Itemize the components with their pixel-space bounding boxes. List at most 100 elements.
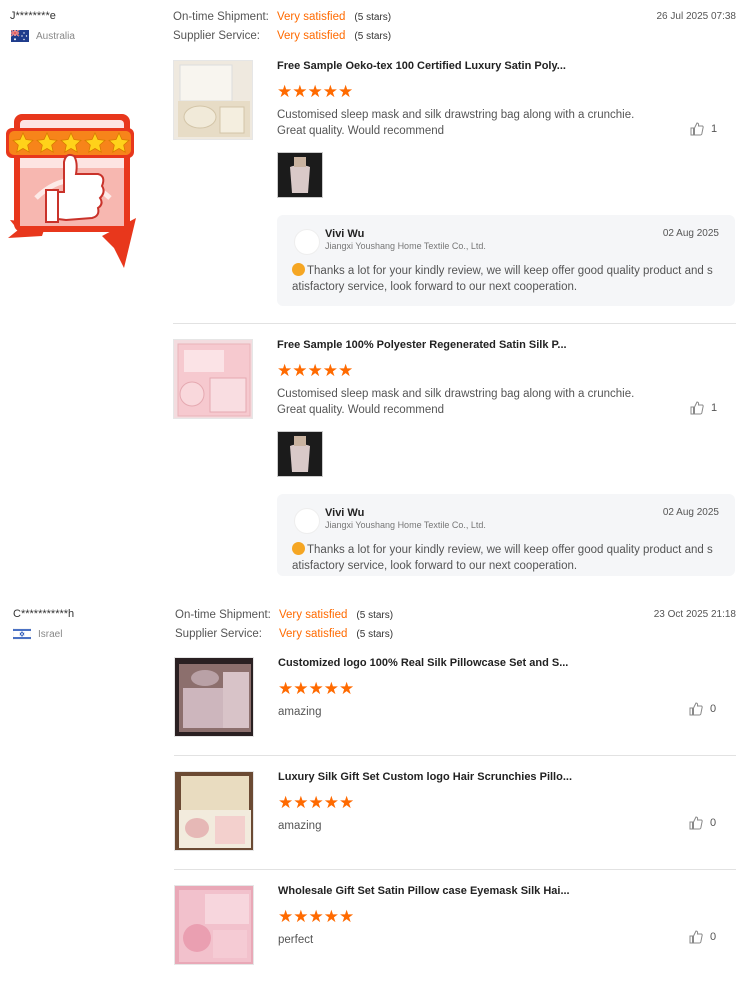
- on-time-shipment-rating: On-time Shipment: Very satisfied (5 star…: [175, 609, 393, 621]
- product-thumbnail[interactable]: [173, 60, 253, 140]
- like-count: 0: [710, 931, 717, 943]
- like-button[interactable]: 0: [689, 702, 716, 716]
- on-time-shipment-rating: On-time Shipment: Very satisfied (5 star…: [173, 11, 391, 23]
- reviewed-product: Wholesale Gift Set Satin Pillow case Eye…: [174, 885, 736, 969]
- review-date: 23 Oct 2025 21:18: [653, 609, 736, 620]
- buyer-name: J********e: [10, 10, 56, 22]
- product-title[interactable]: Wholesale Gift Set Satin Pillow case Eye…: [278, 885, 570, 897]
- shipment-value: Very satisfied: [279, 609, 348, 621]
- product-title[interactable]: Free Sample 100% Polyester Regenerated S…: [277, 339, 567, 351]
- reply-text: Thanks a lot for your kindly review, we …: [292, 544, 713, 572]
- product-thumbnail[interactable]: [174, 657, 254, 737]
- supplier-avatar: [294, 229, 320, 255]
- thumbs-up-icon: [690, 122, 704, 136]
- reply-company[interactable]: Jiangxi Youshang Home Textile Co., Ltd.: [325, 520, 486, 530]
- star-icon: ★: [339, 679, 355, 698]
- service-stars: (5 stars): [354, 30, 392, 42]
- drawstring-bag-photo-icon: [278, 432, 322, 476]
- star-icon: ★: [293, 793, 309, 812]
- review-comment: amazing: [278, 706, 322, 718]
- supplier-service-rating: Supplier Service: Very satisfied (5 star…: [175, 628, 393, 640]
- like-count: 0: [710, 703, 717, 715]
- like-button[interactable]: 1: [690, 401, 717, 415]
- like-button[interactable]: 1: [690, 122, 717, 136]
- product-title[interactable]: Free Sample Oeko-tex 100 Certified Luxur…: [277, 60, 566, 72]
- review-date: 26 Jul 2025 07:38: [656, 11, 736, 22]
- thumbs-up-icon: [690, 401, 704, 415]
- reviewed-product: Free Sample 100% Polyester Regenerated S…: [173, 339, 736, 579]
- star-icon: ★: [323, 679, 339, 698]
- smiling-face-emoji-icon: [292, 263, 305, 276]
- reply-text: Thanks a lot for your kindly review, we …: [292, 265, 713, 293]
- shipment-value: Very satisfied: [277, 11, 346, 23]
- divider: [174, 869, 736, 870]
- buyer-country: Israel: [13, 628, 62, 640]
- service-value: Very satisfied: [277, 30, 346, 42]
- star-icon: ★: [307, 82, 323, 101]
- reply-date: 02 Aug 2025: [662, 228, 719, 239]
- thumbs-up-icon: [689, 702, 703, 716]
- silk-gift-set-image-icon: [175, 772, 253, 850]
- reply-date: 02 Aug 2025: [662, 507, 719, 518]
- reviewed-product: Customized logo 100% Real Silk Pillowcas…: [174, 657, 736, 741]
- smiling-face-emoji-icon: [292, 542, 305, 555]
- like-button[interactable]: 0: [689, 930, 716, 944]
- reply-company[interactable]: Jiangxi Youshang Home Textile Co., Ltd.: [325, 241, 486, 251]
- service-label: Supplier Service:: [175, 628, 262, 640]
- review-comment: perfect: [278, 934, 314, 946]
- review-comment: Customised sleep mask and silk drawstrin…: [277, 388, 635, 416]
- pink-satin-gift-set-image-icon: [175, 886, 253, 964]
- star-icon: ★: [338, 361, 354, 380]
- product-star-rating: ★ ★ ★ ★ ★: [278, 793, 354, 812]
- star-icon: ★: [308, 679, 324, 698]
- shipment-stars: (5 stars): [354, 11, 392, 23]
- star-icon: ★: [278, 793, 294, 812]
- service-stars: (5 stars): [356, 628, 394, 640]
- star-icon: ★: [322, 82, 338, 101]
- reply-author: Vivi Wu: [325, 228, 365, 240]
- review-photo[interactable]: [277, 431, 323, 477]
- product-title[interactable]: Customized logo 100% Real Silk Pillowcas…: [278, 657, 568, 669]
- reply-text-container: Thanks a lot for your kindly review, we …: [292, 263, 717, 295]
- supplier-service-rating: Supplier Service: Very satisfied (5 star…: [173, 30, 391, 42]
- like-count: 0: [710, 817, 717, 829]
- product-thumbnail[interactable]: [173, 339, 253, 419]
- review-photo[interactable]: [277, 152, 323, 198]
- thumbs-up-icon: [689, 816, 703, 830]
- review-card: C***********h Israel On-time Shipment: V…: [0, 598, 750, 998]
- star-icon: ★: [278, 907, 294, 926]
- star-icon: ★: [307, 361, 323, 380]
- five-star-thumbs-up-badge-icon: [6, 114, 136, 268]
- star-icon: ★: [322, 361, 338, 380]
- israel-flag-icon: [13, 628, 31, 640]
- product-title[interactable]: Luxury Silk Gift Set Custom logo Hair Sc…: [278, 771, 572, 783]
- product-star-rating: ★ ★ ★ ★ ★: [277, 361, 354, 380]
- star-icon: ★: [292, 82, 308, 101]
- satin-gift-box-image-icon: [174, 61, 252, 139]
- star-icon: ★: [339, 907, 355, 926]
- pink-gift-box-image-icon: [174, 340, 252, 418]
- supplier-avatar: [294, 508, 320, 534]
- product-thumbnail[interactable]: [174, 885, 254, 965]
- country-label: Australia: [36, 30, 75, 42]
- star-icon: ★: [338, 82, 354, 101]
- supplier-reply: Vivi Wu Jiangxi Youshang Home Textile Co…: [277, 494, 735, 576]
- star-icon: ★: [277, 361, 293, 380]
- country-label: Israel: [38, 628, 63, 640]
- silk-pillowcase-set-image-icon: [175, 658, 253, 736]
- star-icon: ★: [308, 793, 324, 812]
- review-comment: Customised sleep mask and silk drawstrin…: [277, 109, 635, 137]
- star-icon: ★: [323, 907, 339, 926]
- product-star-rating: ★ ★ ★ ★ ★: [278, 679, 355, 698]
- star-icon: ★: [277, 82, 293, 101]
- like-button[interactable]: 0: [689, 816, 716, 830]
- star-icon: ★: [293, 679, 309, 698]
- supplier-reply: Vivi Wu Jiangxi Youshang Home Textile Co…: [277, 215, 735, 306]
- service-value: Very satisfied: [279, 628, 348, 640]
- drawstring-bag-photo-icon: [278, 153, 322, 197]
- product-thumbnail[interactable]: [174, 771, 254, 851]
- like-count: 1: [711, 402, 718, 414]
- reviewed-product: Luxury Silk Gift Set Custom logo Hair Sc…: [174, 771, 736, 855]
- buyer-country: Australia: [11, 30, 75, 42]
- australia-flag-icon: [11, 30, 29, 42]
